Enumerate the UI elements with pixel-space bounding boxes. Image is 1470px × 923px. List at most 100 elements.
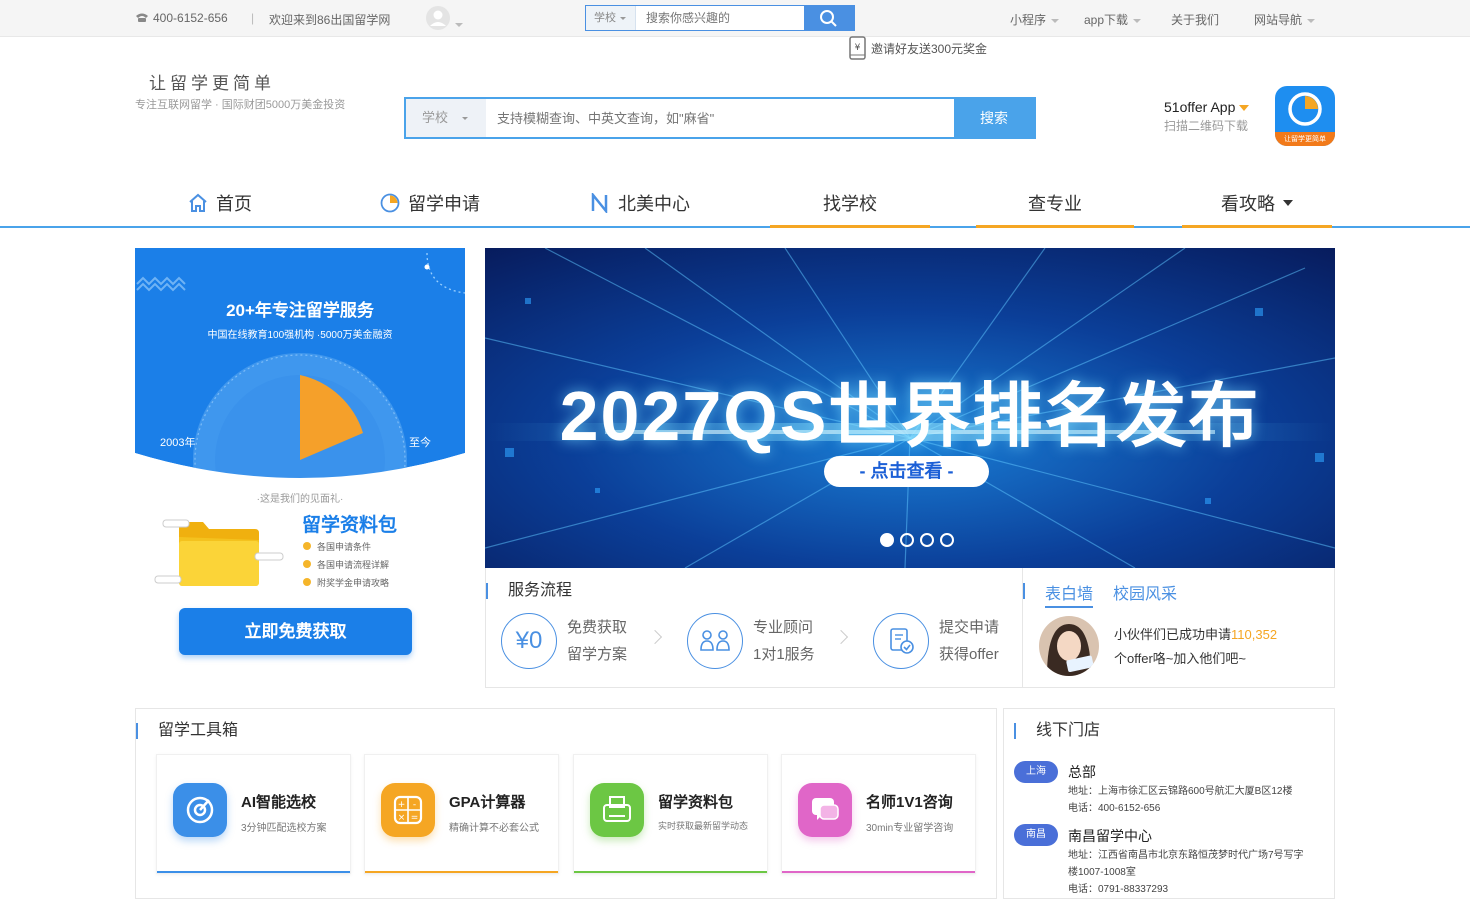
link-about-us[interactable]: 关于我们 <box>1171 11 1219 28</box>
tool-title: 留学资料包 <box>658 794 734 811</box>
service-line: 获得offer <box>939 646 999 663</box>
main-search-button[interactable]: 搜索 <box>954 99 1034 137</box>
service-process: 服务流程 ¥0 免费获取 留学方案 专业顾问 1对1服务 提交申请 获得offer <box>485 568 1023 688</box>
free-get-button[interactable]: 立即免费获取 <box>179 608 412 655</box>
year-end: 至今 <box>409 437 431 449</box>
store-phone: 电话：400-6152-656 <box>1068 803 1161 814</box>
banner-title: 2027QS世界排名发布 <box>559 377 1261 455</box>
avatar-icon <box>426 6 450 30</box>
toolbox-title: 留学工具箱 <box>136 723 238 739</box>
search-icon <box>820 10 837 27</box>
toolbox: 留学工具箱 AI智能选校 3分钟匹配选校方案 + - × = GPA计算器 精确计算不… <box>135 708 997 899</box>
carousel-dot[interactable] <box>940 533 954 547</box>
main-search-category[interactable]: 学校 <box>406 99 486 137</box>
tool-material-pack[interactable]: 留学资料包 实时获取最新留学动态 <box>573 754 768 874</box>
phone-icon <box>136 13 148 22</box>
tab-campus[interactable]: 校园风采 <box>1113 580 1177 604</box>
nav-apply[interactable]: 留学申请 <box>360 180 500 226</box>
chevron-right-icon <box>647 629 663 645</box>
tool-title: AI智能选校 <box>241 794 317 811</box>
svg-text:-: - <box>413 800 416 810</box>
nav-home[interactable]: 首页 <box>160 180 280 226</box>
printer-icon <box>590 783 644 837</box>
store-address: 地址：江西省南昌市北京东路恒茂梦时代广场7号写字楼1007-1008室 <box>1068 850 1304 878</box>
tool-desc: 3分钟匹配选校方案 <box>241 823 327 834</box>
offer-count-line: 小伙伴们已成功申请110,352 <box>1114 627 1278 642</box>
target-icon <box>173 783 227 837</box>
service-step[interactable]: 提交申请 获得offer <box>873 613 999 669</box>
nav-find-school[interactable]: 找学校 <box>770 180 930 228</box>
carousel-dot[interactable] <box>920 533 934 547</box>
tool-underline <box>574 871 767 873</box>
tool-underline <box>782 871 975 873</box>
service-line: 1对1服务 <box>753 646 815 663</box>
link-site-nav[interactable]: 网站导航 <box>1254 11 1316 28</box>
service-line: 专业顾问 <box>753 619 814 636</box>
top-search-category[interactable]: 学校 <box>586 6 636 30</box>
calculator-icon: + - × = <box>381 783 435 837</box>
yuan-zero-icon: ¥0 <box>501 613 557 669</box>
store-name: 总部 <box>1068 764 1096 780</box>
service-step[interactable]: ¥0 免费获取 留学方案 <box>501 613 627 669</box>
city-badge: 上海 <box>1014 761 1058 783</box>
city-badge: 南昌 <box>1014 824 1058 846</box>
store-name: 南昌留学中心 <box>1068 828 1152 844</box>
tool-underline <box>157 871 350 873</box>
svg-text:¥: ¥ <box>855 43 861 53</box>
store-phone: 电话：0791-88337293 <box>1068 884 1169 895</box>
promo-subline: 中国在线教育100强机构 ·5000万美金融资 <box>207 330 393 341</box>
tab-confession[interactable]: 表白墙 <box>1045 580 1094 608</box>
nav-guides[interactable]: 看攻略 <box>1182 180 1332 228</box>
nav-home-label: 首页 <box>216 194 252 214</box>
invite-link[interactable]: ¥ 邀请好友送300元奖金 <box>849 36 987 60</box>
app-icon-text: 让留学更简单 <box>1284 136 1326 143</box>
services-title: 服务流程 <box>486 583 572 599</box>
nav-north-america-label: 北美中心 <box>618 194 690 214</box>
confession-wall: 表白墙 校园风采 小伙伴们已成功申请110,352 个offer咯~加入他们吧~ <box>1023 568 1335 688</box>
chevron-down-icon <box>1283 200 1293 206</box>
app-name: 51offer App <box>1164 99 1250 115</box>
link-app-download[interactable]: app下载 <box>1084 11 1142 28</box>
app-qr-icon: 让留学更简单 <box>1275 86 1335 146</box>
subtitle: 专注互联网留学 · 国际财团5000万美金投资 <box>135 99 346 111</box>
year-start: 2003年 <box>160 437 196 449</box>
phone[interactable]: 400-6152-656 <box>135 11 228 25</box>
tool-gpa-calculator[interactable]: + - × = GPA计算器 精确计算不必套公式 <box>364 754 559 874</box>
main-nav: 首页 留学申请 北美中心 找学校 查专业 看攻略 <box>0 180 1470 228</box>
stores-title: 线下门店 <box>1014 723 1100 739</box>
document-check-icon <box>873 613 929 669</box>
slogan: 让留学更简单 <box>149 74 275 93</box>
tool-consult[interactable]: 名师1V1咨询 30min专业留学咨询 <box>781 754 976 874</box>
nav-majors-label: 查专业 <box>1028 194 1082 214</box>
tool-desc: 30min专业留学咨询 <box>866 823 954 834</box>
pie-icon <box>380 193 400 213</box>
main-search-input[interactable] <box>488 99 948 137</box>
promo-panel[interactable]: 20+年专注留学服务 中国在线教育100强机构 ·5000万美金融资 2003年… <box>135 248 465 688</box>
service-line: 免费获取 <box>567 619 628 636</box>
carousel-dot[interactable] <box>900 533 914 547</box>
promo-headline: 20+年专注留学服务 <box>226 301 374 320</box>
pack-title: 留学资料包 <box>302 515 398 536</box>
top-search-input[interactable] <box>638 6 803 30</box>
n-logo-icon <box>591 193 608 213</box>
nav-north-america[interactable]: 北美中心 <box>570 180 710 226</box>
link-mini-program[interactable]: 小程序 <box>1010 11 1060 28</box>
banner-view-button[interactable]: - 点击查看 - <box>824 456 989 487</box>
top-search-button[interactable] <box>804 6 854 30</box>
user-avatar[interactable] <box>425 5 451 36</box>
service-step[interactable]: 专业顾问 1对1服务 <box>687 613 815 669</box>
carousel-dot[interactable] <box>880 533 894 547</box>
tool-underline <box>365 871 558 873</box>
chevron-down-icon <box>455 16 463 34</box>
svg-text:+: + <box>398 800 406 810</box>
tool-title: GPA计算器 <box>449 794 526 811</box>
phone-number: 400-6152-656 <box>153 11 228 25</box>
nav-underline <box>1182 225 1332 228</box>
top-bar: 400-6152-656 | 欢迎来到86出国留学网 学校 小程序 app下载 … <box>0 0 1470 37</box>
nav-majors[interactable]: 查专业 <box>976 180 1134 228</box>
nav-underline <box>770 225 930 228</box>
banner-carousel[interactable]: 2027QS世界排名发布 - 点击查看 - <box>485 248 1335 568</box>
nav-find-school-label: 找学校 <box>823 194 877 214</box>
gift-note: ·这是我们的见面礼· <box>256 494 344 505</box>
tool-ai-school[interactable]: AI智能选校 3分钟匹配选校方案 <box>156 754 351 874</box>
